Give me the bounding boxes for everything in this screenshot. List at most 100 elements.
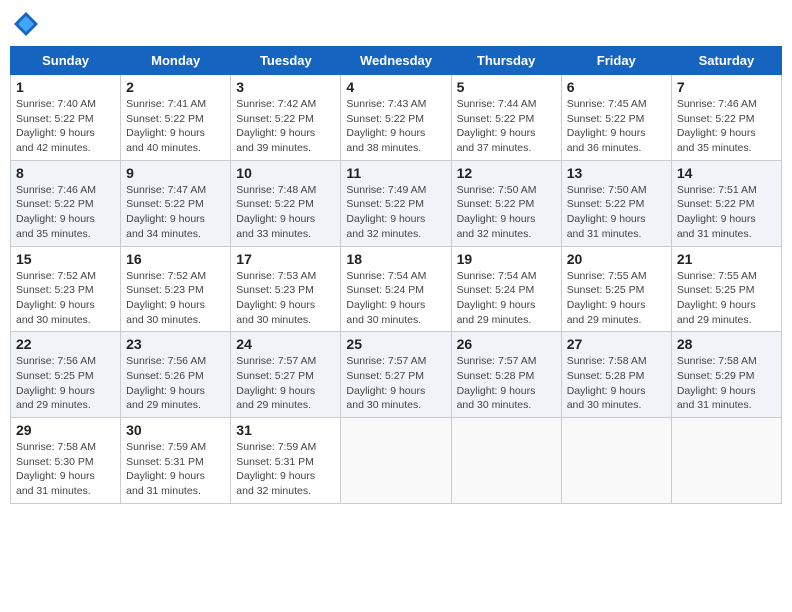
day-info: Sunrise: 7:48 AM Sunset: 5:22 PM Dayligh… — [236, 183, 335, 242]
weekday-header-monday: Monday — [121, 47, 231, 75]
day-info: Sunrise: 7:53 AM Sunset: 5:23 PM Dayligh… — [236, 269, 335, 328]
day-cell-21: 21 Sunrise: 7:55 AM Sunset: 5:25 PM Dayl… — [671, 246, 781, 332]
day-number: 11 — [346, 165, 445, 181]
weekday-header-sunday: Sunday — [11, 47, 121, 75]
day-cell-13: 13 Sunrise: 7:50 AM Sunset: 5:22 PM Dayl… — [561, 160, 671, 246]
day-info: Sunrise: 7:56 AM Sunset: 5:25 PM Dayligh… — [16, 354, 115, 413]
weekday-header-thursday: Thursday — [451, 47, 561, 75]
week-row-1: 1 Sunrise: 7:40 AM Sunset: 5:22 PM Dayli… — [11, 75, 782, 161]
day-number: 26 — [457, 336, 556, 352]
day-cell-29: 29 Sunrise: 7:58 AM Sunset: 5:30 PM Dayl… — [11, 418, 121, 504]
day-number: 31 — [236, 422, 335, 438]
day-cell-9: 9 Sunrise: 7:47 AM Sunset: 5:22 PM Dayli… — [121, 160, 231, 246]
day-info: Sunrise: 7:50 AM Sunset: 5:22 PM Dayligh… — [457, 183, 556, 242]
day-number: 20 — [567, 251, 666, 267]
day-info: Sunrise: 7:55 AM Sunset: 5:25 PM Dayligh… — [567, 269, 666, 328]
day-info: Sunrise: 7:58 AM Sunset: 5:28 PM Dayligh… — [567, 354, 666, 413]
day-info: Sunrise: 7:42 AM Sunset: 5:22 PM Dayligh… — [236, 97, 335, 156]
day-cell-15: 15 Sunrise: 7:52 AM Sunset: 5:23 PM Dayl… — [11, 246, 121, 332]
day-cell-30: 30 Sunrise: 7:59 AM Sunset: 5:31 PM Dayl… — [121, 418, 231, 504]
day-number: 9 — [126, 165, 225, 181]
weekday-header-friday: Friday — [561, 47, 671, 75]
day-info: Sunrise: 7:46 AM Sunset: 5:22 PM Dayligh… — [677, 97, 776, 156]
day-info: Sunrise: 7:40 AM Sunset: 5:22 PM Dayligh… — [16, 97, 115, 156]
day-info: Sunrise: 7:57 AM Sunset: 5:28 PM Dayligh… — [457, 354, 556, 413]
day-number: 30 — [126, 422, 225, 438]
day-info: Sunrise: 7:54 AM Sunset: 5:24 PM Dayligh… — [457, 269, 556, 328]
day-number: 12 — [457, 165, 556, 181]
day-cell-27: 27 Sunrise: 7:58 AM Sunset: 5:28 PM Dayl… — [561, 332, 671, 418]
day-number: 17 — [236, 251, 335, 267]
day-number: 28 — [677, 336, 776, 352]
day-number: 15 — [16, 251, 115, 267]
calendar-table: SundayMondayTuesdayWednesdayThursdayFrid… — [10, 46, 782, 504]
day-cell-12: 12 Sunrise: 7:50 AM Sunset: 5:22 PM Dayl… — [451, 160, 561, 246]
day-cell-26: 26 Sunrise: 7:57 AM Sunset: 5:28 PM Dayl… — [451, 332, 561, 418]
day-cell-16: 16 Sunrise: 7:52 AM Sunset: 5:23 PM Dayl… — [121, 246, 231, 332]
day-number: 5 — [457, 79, 556, 95]
day-info: Sunrise: 7:54 AM Sunset: 5:24 PM Dayligh… — [346, 269, 445, 328]
day-number: 8 — [16, 165, 115, 181]
day-info: Sunrise: 7:59 AM Sunset: 5:31 PM Dayligh… — [236, 440, 335, 499]
day-number: 24 — [236, 336, 335, 352]
logo-icon — [12, 10, 40, 38]
day-info: Sunrise: 7:57 AM Sunset: 5:27 PM Dayligh… — [346, 354, 445, 413]
day-cell-23: 23 Sunrise: 7:56 AM Sunset: 5:26 PM Dayl… — [121, 332, 231, 418]
day-info: Sunrise: 7:52 AM Sunset: 5:23 PM Dayligh… — [126, 269, 225, 328]
day-cell-31: 31 Sunrise: 7:59 AM Sunset: 5:31 PM Dayl… — [231, 418, 341, 504]
day-number: 16 — [126, 251, 225, 267]
weekday-header-tuesday: Tuesday — [231, 47, 341, 75]
day-number: 29 — [16, 422, 115, 438]
day-cell-20: 20 Sunrise: 7:55 AM Sunset: 5:25 PM Dayl… — [561, 246, 671, 332]
day-number: 4 — [346, 79, 445, 95]
day-info: Sunrise: 7:50 AM Sunset: 5:22 PM Dayligh… — [567, 183, 666, 242]
day-cell-14: 14 Sunrise: 7:51 AM Sunset: 5:22 PM Dayl… — [671, 160, 781, 246]
day-cell-7: 7 Sunrise: 7:46 AM Sunset: 5:22 PM Dayli… — [671, 75, 781, 161]
day-number: 10 — [236, 165, 335, 181]
day-number: 3 — [236, 79, 335, 95]
day-info: Sunrise: 7:55 AM Sunset: 5:25 PM Dayligh… — [677, 269, 776, 328]
day-info: Sunrise: 7:45 AM Sunset: 5:22 PM Dayligh… — [567, 97, 666, 156]
week-row-3: 15 Sunrise: 7:52 AM Sunset: 5:23 PM Dayl… — [11, 246, 782, 332]
day-cell-6: 6 Sunrise: 7:45 AM Sunset: 5:22 PM Dayli… — [561, 75, 671, 161]
empty-cell — [341, 418, 451, 504]
day-cell-28: 28 Sunrise: 7:58 AM Sunset: 5:29 PM Dayl… — [671, 332, 781, 418]
day-info: Sunrise: 7:41 AM Sunset: 5:22 PM Dayligh… — [126, 97, 225, 156]
day-number: 21 — [677, 251, 776, 267]
day-number: 2 — [126, 79, 225, 95]
day-info: Sunrise: 7:51 AM Sunset: 5:22 PM Dayligh… — [677, 183, 776, 242]
day-number: 19 — [457, 251, 556, 267]
day-number: 13 — [567, 165, 666, 181]
day-cell-10: 10 Sunrise: 7:48 AM Sunset: 5:22 PM Dayl… — [231, 160, 341, 246]
day-info: Sunrise: 7:59 AM Sunset: 5:31 PM Dayligh… — [126, 440, 225, 499]
day-cell-19: 19 Sunrise: 7:54 AM Sunset: 5:24 PM Dayl… — [451, 246, 561, 332]
header — [10, 10, 782, 38]
day-cell-2: 2 Sunrise: 7:41 AM Sunset: 5:22 PM Dayli… — [121, 75, 231, 161]
day-number: 7 — [677, 79, 776, 95]
day-cell-17: 17 Sunrise: 7:53 AM Sunset: 5:23 PM Dayl… — [231, 246, 341, 332]
weekday-header-row: SundayMondayTuesdayWednesdayThursdayFrid… — [11, 47, 782, 75]
day-info: Sunrise: 7:56 AM Sunset: 5:26 PM Dayligh… — [126, 354, 225, 413]
day-info: Sunrise: 7:58 AM Sunset: 5:29 PM Dayligh… — [677, 354, 776, 413]
day-info: Sunrise: 7:43 AM Sunset: 5:22 PM Dayligh… — [346, 97, 445, 156]
day-cell-11: 11 Sunrise: 7:49 AM Sunset: 5:22 PM Dayl… — [341, 160, 451, 246]
day-cell-4: 4 Sunrise: 7:43 AM Sunset: 5:22 PM Dayli… — [341, 75, 451, 161]
week-row-4: 22 Sunrise: 7:56 AM Sunset: 5:25 PM Dayl… — [11, 332, 782, 418]
day-number: 25 — [346, 336, 445, 352]
day-number: 22 — [16, 336, 115, 352]
day-info: Sunrise: 7:44 AM Sunset: 5:22 PM Dayligh… — [457, 97, 556, 156]
day-number: 14 — [677, 165, 776, 181]
empty-cell — [671, 418, 781, 504]
day-cell-5: 5 Sunrise: 7:44 AM Sunset: 5:22 PM Dayli… — [451, 75, 561, 161]
week-row-5: 29 Sunrise: 7:58 AM Sunset: 5:30 PM Dayl… — [11, 418, 782, 504]
day-number: 1 — [16, 79, 115, 95]
week-row-2: 8 Sunrise: 7:46 AM Sunset: 5:22 PM Dayli… — [11, 160, 782, 246]
day-cell-24: 24 Sunrise: 7:57 AM Sunset: 5:27 PM Dayl… — [231, 332, 341, 418]
day-cell-22: 22 Sunrise: 7:56 AM Sunset: 5:25 PM Dayl… — [11, 332, 121, 418]
empty-cell — [451, 418, 561, 504]
day-cell-25: 25 Sunrise: 7:57 AM Sunset: 5:27 PM Dayl… — [341, 332, 451, 418]
empty-cell — [561, 418, 671, 504]
day-cell-1: 1 Sunrise: 7:40 AM Sunset: 5:22 PM Dayli… — [11, 75, 121, 161]
day-info: Sunrise: 7:57 AM Sunset: 5:27 PM Dayligh… — [236, 354, 335, 413]
day-cell-8: 8 Sunrise: 7:46 AM Sunset: 5:22 PM Dayli… — [11, 160, 121, 246]
